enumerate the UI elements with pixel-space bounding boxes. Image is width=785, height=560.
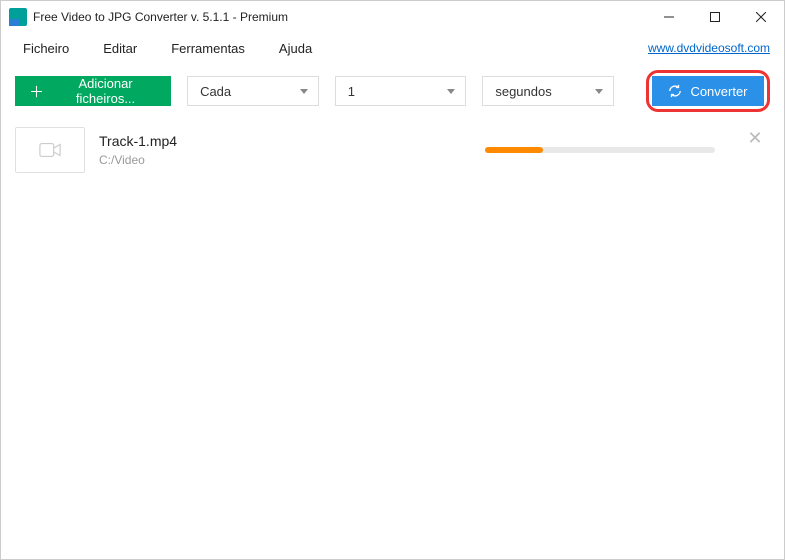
file-name: Track-1.mp4 (99, 133, 177, 149)
interval-dropdown-value: 1 (348, 84, 355, 99)
progress-track (485, 147, 715, 153)
file-list: Track-1.mp4 C:/Video ✕ (1, 113, 784, 187)
plus-icon: ＋ (29, 81, 44, 102)
file-row: Track-1.mp4 C:/Video ✕ (15, 123, 770, 177)
window-controls (646, 1, 784, 33)
toolbar: ＋ Adicionar ficheiros... Cada 1 segundos… (1, 69, 784, 113)
file-path: C:/Video (99, 153, 177, 167)
minimize-icon (664, 12, 674, 22)
menu-file[interactable]: Ficheiro (15, 37, 77, 60)
menu-tools[interactable]: Ferramentas (163, 37, 253, 60)
close-icon (756, 12, 766, 22)
maximize-icon (710, 12, 720, 22)
website-link[interactable]: www.dvdvideosoft.com (648, 41, 770, 55)
add-files-button[interactable]: ＋ Adicionar ficheiros... (15, 76, 171, 106)
mode-dropdown[interactable]: Cada (187, 76, 319, 106)
refresh-icon (668, 84, 682, 98)
x-icon: ✕ (747, 128, 762, 149)
titlebar: Free Video to JPG Converter v. 5.1.1 - P… (1, 1, 784, 33)
convert-label: Converter (690, 84, 747, 99)
video-icon (39, 142, 61, 158)
file-info: Track-1.mp4 C:/Video (99, 133, 177, 167)
menu-help[interactable]: Ajuda (271, 37, 320, 60)
maximize-button[interactable] (692, 1, 738, 33)
mode-dropdown-value: Cada (200, 84, 231, 99)
close-button[interactable] (738, 1, 784, 33)
add-files-label: Adicionar ficheiros... (54, 76, 157, 106)
remove-file-button[interactable]: ✕ (746, 129, 764, 147)
menubar: Ficheiro Editar Ferramentas Ajuda www.dv… (1, 33, 784, 63)
file-thumbnail (15, 127, 85, 173)
window-title: Free Video to JPG Converter v. 5.1.1 - P… (33, 10, 646, 24)
app-icon (9, 8, 27, 26)
unit-dropdown[interactable]: segundos (482, 76, 614, 106)
minimize-button[interactable] (646, 1, 692, 33)
convert-button[interactable]: Converter (652, 76, 764, 106)
menu-edit[interactable]: Editar (95, 37, 145, 60)
unit-dropdown-value: segundos (495, 84, 551, 99)
interval-dropdown[interactable]: 1 (335, 76, 467, 106)
progress-bar (485, 147, 543, 153)
convert-highlight: Converter (646, 70, 770, 112)
